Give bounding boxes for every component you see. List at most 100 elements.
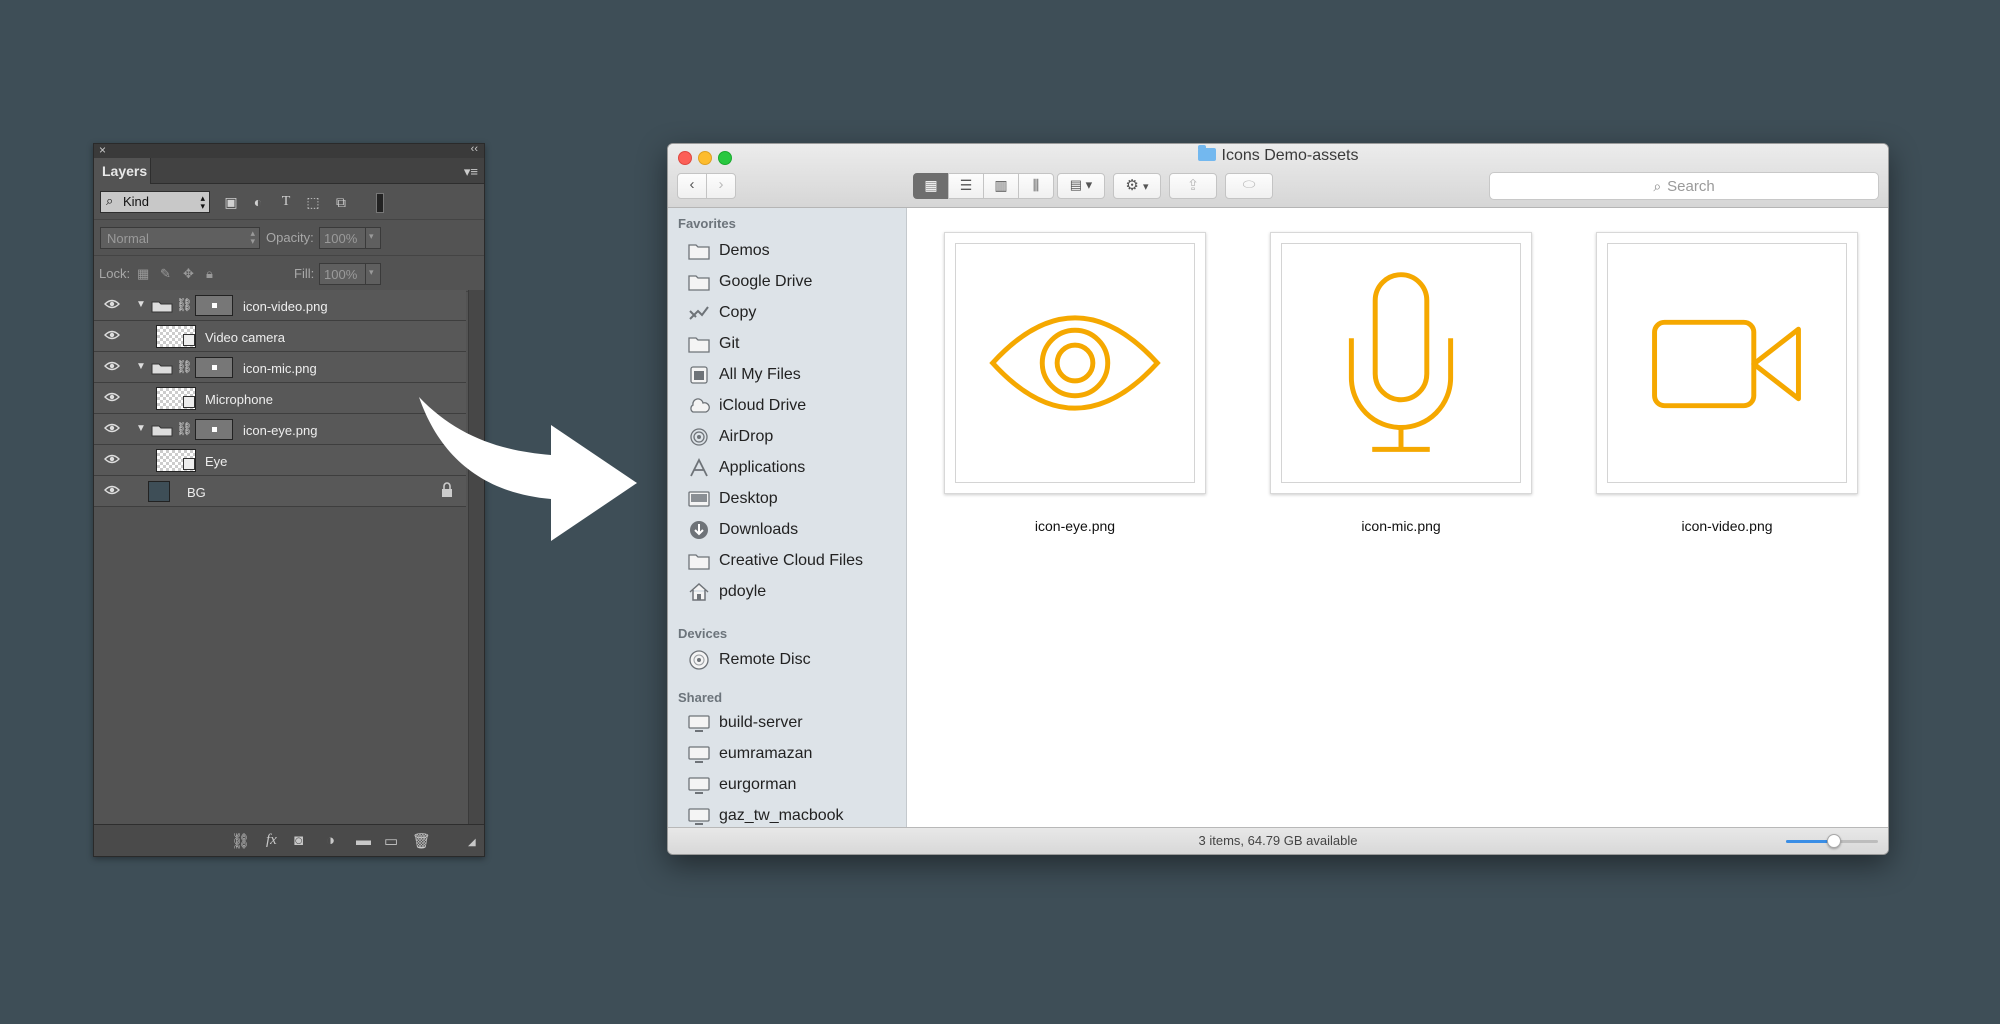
computer-icon — [688, 777, 710, 794]
link-layers-icon[interactable]: ⛓ — [231, 832, 250, 850]
cover-flow-button[interactable]: ⫼ — [1018, 173, 1054, 199]
link-chain-icon: ⛓ — [176, 297, 193, 312]
list-view-button[interactable]: ☰ — [948, 173, 984, 199]
folder-icon — [688, 244, 710, 260]
layer-name: icon-eye.png — [243, 423, 318, 438]
lock-transparent-pixels-icon[interactable]: ▦ — [137, 266, 149, 282]
layer-filter-row: ⌕ Kind ▴ ▾ ▣ ◐ T ⬚ ⧉ — [94, 184, 484, 220]
layer-mask-thumbnail[interactable] — [195, 295, 233, 316]
add-mask-icon[interactable]: ◙ — [294, 832, 303, 849]
desktop-icon — [688, 491, 710, 507]
fill-dropdown-button[interactable]: ▾ — [365, 263, 381, 285]
folder-icon — [1197, 145, 1216, 161]
lock-image-pixels-icon[interactable]: ✎ — [160, 266, 171, 282]
visibility-eye-icon[interactable] — [104, 298, 120, 310]
file-thumbnail-eye[interactable] — [944, 232, 1206, 494]
share-button[interactable]: ⇪ — [1169, 173, 1217, 199]
layer-mask-thumbnail[interactable] — [195, 357, 233, 378]
search-field[interactable]: ⌕ Search — [1489, 172, 1879, 200]
type-layer-filter-icon[interactable]: T — [277, 194, 295, 210]
close-icon[interactable]: × — [99, 143, 106, 157]
pixel-layer-filter-icon[interactable]: ▣ — [222, 194, 240, 210]
action-gear-button[interactable]: ⚙ ▾ — [1113, 173, 1161, 199]
fill-label: Fill: — [294, 266, 315, 281]
downloads-icon — [690, 521, 708, 539]
column-view-button[interactable]: ▥ — [983, 173, 1019, 199]
layer-row[interactable]: Microphone — [94, 383, 466, 414]
shape-layer-filter-icon[interactable]: ⬚ — [304, 194, 322, 210]
adjustment-layer-icon[interactable]: ◑ — [326, 832, 335, 849]
lock-position-icon[interactable]: ✥ — [183, 266, 194, 282]
layer-name: Eye — [205, 454, 228, 469]
opacity-dropdown-button[interactable]: ▾ — [365, 227, 381, 249]
group-folder-icon — [151, 363, 173, 375]
sidebar-item-label: iCloud Drive — [719, 397, 807, 414]
adjustment-layer-filter-icon[interactable]: ◐ — [249, 194, 267, 210]
sidebar-item-label: All My Files — [719, 366, 801, 383]
collapse-icon[interactable]: ‹‹ — [471, 143, 478, 155]
layer-row[interactable]: ▼ ⛓ icon-video.png — [94, 290, 466, 321]
expand-triangle-icon[interactable]: ▼ — [136, 361, 146, 372]
tags-button[interactable]: ⬭ — [1225, 173, 1273, 199]
computer-icon — [688, 715, 710, 732]
expand-triangle-icon[interactable]: ▼ — [136, 299, 146, 310]
new-group-icon[interactable]: ▬ — [356, 832, 371, 849]
file-thumbnail-mic[interactable] — [1270, 232, 1532, 494]
lock-all-icon[interactable]: 🔒︎ — [206, 266, 213, 282]
tab-layers[interactable]: Layers — [94, 158, 151, 184]
fx-icon[interactable]: fx — [266, 832, 277, 849]
sidebar-section-shared: Shared — [678, 690, 723, 705]
filter-toggle-switch[interactable] — [376, 193, 384, 213]
gear-icon: ⚙ — [1125, 177, 1139, 194]
share-icon: ⇪ — [1186, 177, 1200, 194]
arrange-button[interactable]: ▤ ▾ — [1057, 173, 1105, 199]
sidebar-item-label: pdoyle — [719, 583, 767, 600]
expand-triangle-icon[interactable]: ▼ — [136, 423, 146, 434]
slider-knob[interactable] — [1826, 834, 1841, 848]
visibility-eye-icon[interactable] — [104, 360, 120, 372]
layer-row[interactable]: ▼ ⛓ icon-mic.png — [94, 352, 466, 383]
forward-button[interactable]: › — [706, 173, 736, 199]
blend-mode-select[interactable]: Normal ▴ ▾ — [100, 227, 260, 249]
layer-row[interactable]: BG — [94, 476, 466, 507]
visibility-eye-icon[interactable] — [104, 484, 120, 496]
sidebar-item-label: Desktop — [719, 490, 778, 507]
window-title-text: Icons Demo-assets — [1221, 147, 1359, 164]
smart-object-filter-icon[interactable]: ⧉ — [332, 194, 350, 210]
layer-row[interactable]: ▼ ⛓ icon-eye.png — [94, 414, 466, 445]
file-name[interactable]: icon-eye.png — [944, 518, 1206, 534]
panel-menu-icon[interactable]: ▾≡ — [464, 164, 478, 180]
sidebar-item-label: Downloads — [719, 521, 799, 538]
visibility-eye-icon[interactable] — [104, 329, 120, 341]
finder-sidebar: Favorites Demos Google Drive Copy Git Al… — [668, 208, 907, 828]
link-chain-icon: ⛓ — [176, 359, 193, 374]
updown-arrows-icon: ▴ ▾ — [250, 228, 255, 246]
file-name[interactable]: icon-video.png — [1596, 518, 1858, 534]
lock-row: Lock: ▦ ✎ ✥ 🔒︎ Fill: 100% ▾ — [94, 256, 484, 292]
icon-size-slider[interactable] — [1786, 834, 1878, 848]
layer-row[interactable]: Eye — [94, 445, 466, 476]
lock-label: Lock: — [99, 266, 131, 281]
icon-view-button[interactable]: ▦ — [913, 173, 949, 199]
fill-value: 100% — [324, 267, 358, 282]
sidebar-item-label: Creative Cloud Files — [719, 552, 864, 569]
finder-status-bar: 3 items, 64.79 GB available — [668, 827, 1888, 854]
visibility-eye-icon[interactable] — [104, 422, 120, 434]
tag-icon: ⬭ — [1242, 176, 1256, 193]
layer-mask-thumbnail[interactable] — [195, 419, 233, 440]
filter-kind-select[interactable]: ⌕ Kind ▴ ▾ — [100, 191, 210, 213]
sidebar-item-label: build-server — [719, 714, 803, 731]
resize-grip-icon[interactable]: ◢ — [468, 837, 476, 848]
disc-icon — [689, 650, 709, 670]
new-layer-icon[interactable]: ▭ — [384, 832, 398, 850]
layer-row[interactable]: Video camera — [94, 321, 466, 352]
trash-icon[interactable]: 🗑︎ — [412, 832, 431, 850]
layer-name: icon-mic.png — [243, 361, 317, 376]
visibility-eye-icon[interactable] — [104, 453, 120, 465]
cloud-icon — [690, 398, 710, 413]
file-name[interactable]: icon-mic.png — [1270, 518, 1532, 534]
back-button[interactable]: ‹ — [677, 173, 707, 199]
visibility-eye-icon[interactable] — [104, 391, 120, 403]
sidebar-item-label: Git — [719, 335, 740, 352]
file-thumbnail-video[interactable] — [1596, 232, 1858, 494]
